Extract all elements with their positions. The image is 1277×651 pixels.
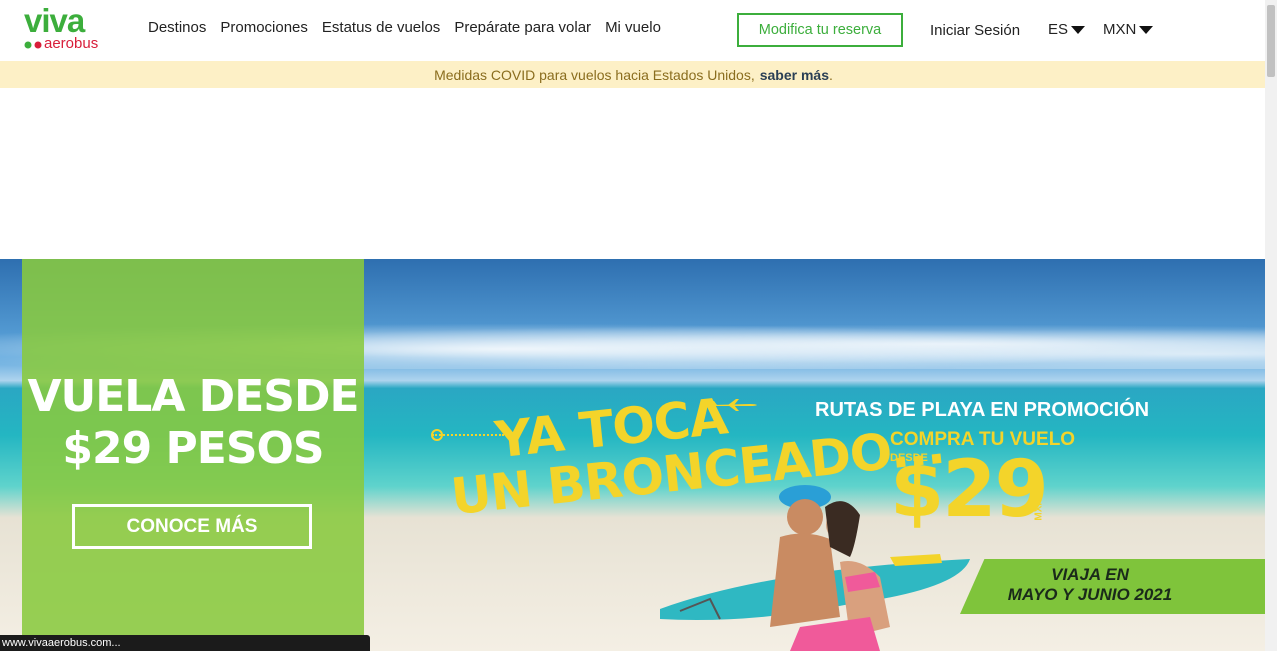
covid-banner-suffix: . (829, 66, 833, 83)
travel-dates-text: VIAJA EN MAYO Y JUNIO 2021 (990, 565, 1190, 605)
main-nav: Destinos Promociones Estatus de vuelos P… (148, 18, 675, 38)
nav-preparate-volar[interactable]: Prepárate para volar (454, 18, 591, 38)
route-start-circle (431, 429, 443, 441)
currency-label: MXN (1103, 21, 1137, 38)
nav-mi-vuelo[interactable]: Mi vuelo (605, 18, 661, 38)
couple-illustration (770, 485, 890, 651)
currency-selector[interactable]: MXN (1103, 21, 1154, 38)
page-scrollbar[interactable] (1265, 0, 1277, 651)
nav-promociones[interactable]: Promociones (220, 18, 308, 38)
logo-sub-text: aerobus (44, 35, 99, 52)
covid-banner: Medidas COVID para vuelos hacia Estados … (0, 61, 1267, 88)
nav-estatus-vuelos[interactable]: Estatus de vuelos (322, 18, 440, 38)
browser-status-bar: www.vivaaerobus.com... (0, 635, 370, 651)
travel-line1: VIAJA EN (1051, 565, 1129, 584)
promo-currency: MXN (1033, 498, 1045, 521)
promo-title: RUTAS DE PLAYA EN PROMOCIÓN (815, 399, 1150, 421)
covid-banner-link[interactable]: saber más (760, 67, 829, 83)
travel-line2: MAYO Y JUNIO 2021 (1007, 585, 1173, 604)
panel-title: VUELA DESDE $29 PESOS (22, 371, 364, 475)
language-selector[interactable]: ES (1048, 21, 1086, 38)
panel-title-line1: VUELA DESDE (27, 371, 359, 422)
modify-reservation-button[interactable]: Modifica tu reserva (737, 13, 903, 47)
hero-banner[interactable]: VUELA DESDE $29 PESOS CONOCE MÁS YA TOCA… (0, 259, 1265, 651)
covid-banner-text: Medidas COVID para vuelos hacia Estados … (434, 66, 755, 83)
caret-down-icon (1139, 26, 1154, 34)
logo-dots-icon (24, 41, 42, 49)
viva-aerobus-logo[interactable]: viva aerobus (24, 2, 114, 54)
nav-destinos[interactable]: Destinos (148, 18, 206, 38)
caret-down-icon (1071, 26, 1086, 34)
panel-title-line2: $29 PESOS (62, 423, 324, 474)
language-label: ES (1048, 21, 1069, 38)
login-link[interactable]: Iniciar Sesión (930, 22, 1020, 39)
site-header: viva aerobus Destinos Promociones Estatu… (0, 0, 1265, 60)
logo-brand-text: viva (24, 2, 85, 39)
conoce-mas-button[interactable]: CONOCE MÁS (72, 504, 312, 549)
scrollbar-thumb[interactable] (1267, 5, 1275, 77)
